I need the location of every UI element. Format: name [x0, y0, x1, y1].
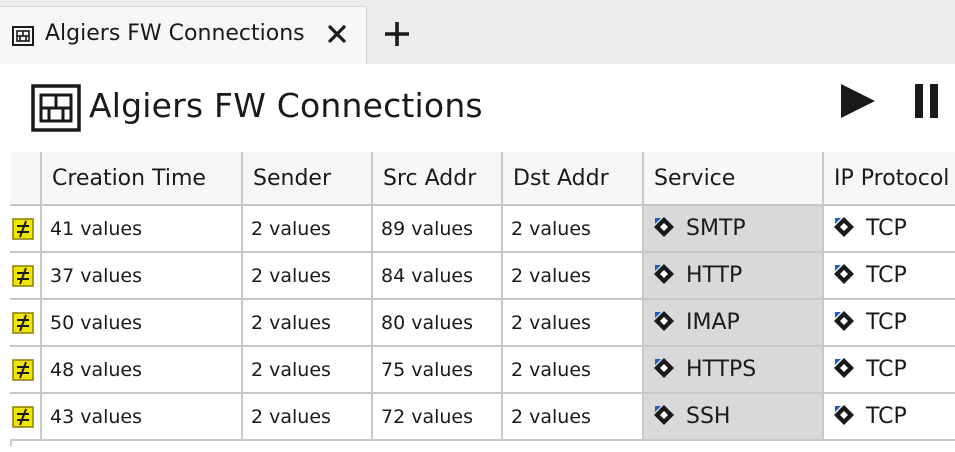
cell-src-addr[interactable]: 84 values [373, 253, 503, 300]
play-icon[interactable] [839, 82, 877, 120]
tab-algiers-fw-connections[interactable]: Algiers FW Connections [0, 6, 367, 64]
not-equal-icon [12, 312, 34, 334]
header-service[interactable]: Service [644, 152, 824, 206]
cell-ip-protocol[interactable]: TCP [824, 347, 955, 394]
cell-creation-time[interactable]: 48 values [42, 347, 243, 394]
firewall-icon [31, 84, 81, 132]
ip-protocol-value: TCP [866, 216, 907, 241]
cell-service[interactable]: HTTPS [644, 347, 824, 394]
page-title: Algiers FW Connections [89, 86, 483, 125]
diamond-arrow-icon [834, 217, 854, 237]
cell-dst-addr[interactable]: 2 values [503, 347, 644, 394]
cell-creation-time[interactable]: 41 values [42, 206, 243, 253]
row-flag[interactable] [10, 394, 42, 441]
cell-ip-protocol[interactable]: TCP [824, 206, 955, 253]
not-equal-icon [12, 406, 34, 428]
cell-service[interactable]: SMTP [644, 206, 824, 253]
cell-service[interactable]: IMAP [644, 300, 824, 347]
not-equal-icon [12, 359, 34, 381]
diamond-arrow-icon [654, 358, 674, 378]
plus-icon[interactable] [383, 20, 411, 48]
not-equal-icon [12, 265, 34, 287]
cell-src-addr[interactable]: 75 values [373, 347, 503, 394]
header-sender[interactable]: Sender [243, 152, 373, 206]
diamond-arrow-icon [654, 264, 674, 284]
diamond-arrow-icon [834, 311, 854, 331]
cell-dst-addr[interactable]: 2 values [503, 206, 644, 253]
cell-service[interactable]: SSH [644, 394, 824, 441]
cell-service[interactable]: HTTP [644, 253, 824, 300]
cell-creation-time[interactable]: 50 values [42, 300, 243, 347]
cell-sender[interactable]: 2 values [243, 300, 373, 347]
cell-src-addr[interactable]: 80 values [373, 300, 503, 347]
cell-src-addr[interactable]: 72 values [373, 394, 503, 441]
ip-protocol-value: TCP [866, 310, 907, 335]
header-ip-protocol[interactable]: IP Protocol [824, 152, 955, 206]
service-value: SMTP [686, 216, 746, 241]
close-icon[interactable] [326, 23, 348, 45]
cell-sender[interactable]: 2 values [243, 253, 373, 300]
diamond-arrow-icon [834, 405, 854, 425]
ip-protocol-value: TCP [866, 357, 907, 382]
row-flag[interactable] [10, 347, 42, 394]
row-flag[interactable] [10, 206, 42, 253]
cell-ip-protocol[interactable]: TCP [824, 253, 955, 300]
diamond-arrow-icon [834, 264, 854, 284]
service-value: HTTP [686, 263, 743, 288]
connections-table: Creation Time Sender Src Addr Dst Addr Servi… [10, 152, 955, 446]
row-flag[interactable] [10, 300, 42, 347]
header-creation-time[interactable]: Creation Time [42, 152, 243, 206]
diamond-arrow-icon [654, 217, 674, 237]
cell-dst-addr[interactable]: 2 values [503, 300, 644, 347]
diamond-arrow-icon [834, 358, 854, 378]
header-flag[interactable] [10, 152, 42, 206]
cell-sender[interactable]: 2 values [243, 394, 373, 441]
cell-creation-time[interactable]: 43 values [42, 394, 243, 441]
service-value: IMAP [686, 310, 740, 335]
firewall-icon [12, 26, 34, 46]
service-value: HTTPS [686, 357, 757, 382]
ip-protocol-value: TCP [866, 263, 907, 288]
cell-creation-time[interactable]: 37 values [42, 253, 243, 300]
cell-ip-protocol[interactable]: TCP [824, 300, 955, 347]
row-flag[interactable] [10, 253, 42, 300]
tab-label: Algiers FW Connections [45, 21, 305, 46]
service-value: SSH [686, 404, 731, 429]
cell-dst-addr[interactable]: 2 values [503, 253, 644, 300]
diamond-arrow-icon [654, 405, 674, 425]
pause-icon[interactable] [912, 82, 942, 120]
ip-protocol-value: TCP [866, 404, 907, 429]
header-src-addr[interactable]: Src Addr [373, 152, 503, 206]
diamond-arrow-icon [654, 311, 674, 331]
cell-ip-protocol[interactable]: TCP [824, 394, 955, 441]
not-equal-icon [12, 218, 34, 240]
cell-src-addr[interactable]: 89 values [373, 206, 503, 253]
cell-sender[interactable]: 2 values [243, 206, 373, 253]
cell-sender[interactable]: 2 values [243, 347, 373, 394]
tab-strip: Algiers FW Connections [0, 0, 955, 64]
header-dst-addr[interactable]: Dst Addr [503, 152, 644, 206]
cell-dst-addr[interactable]: 2 values [503, 394, 644, 441]
